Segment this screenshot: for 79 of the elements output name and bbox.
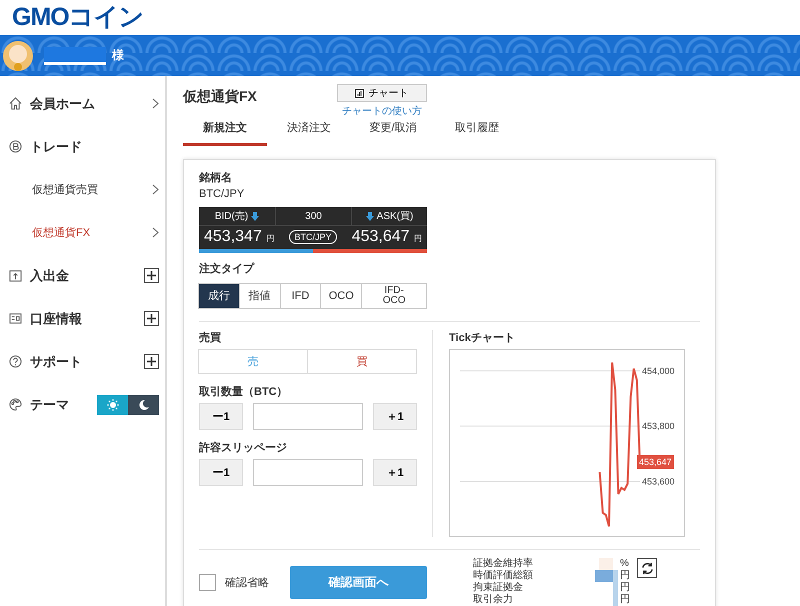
pair-label: BTC/JPY xyxy=(289,230,336,244)
field-label: 許容スリッページ xyxy=(199,440,288,455)
summary-unit: 円 xyxy=(613,582,633,594)
deposit-icon xyxy=(9,269,22,282)
chevron-right-icon xyxy=(152,98,159,109)
number-field[interactable] xyxy=(253,459,363,486)
help-icon xyxy=(9,355,22,368)
tab[interactable]: 決済注文 xyxy=(267,116,351,146)
home-icon xyxy=(9,97,22,110)
sidebar-item[interactable]: サポート xyxy=(0,340,165,383)
checkbox-label: 確認省略 xyxy=(225,576,270,590)
bar-drawing xyxy=(595,570,613,582)
dark-theme-toggle[interactable] xyxy=(128,394,159,414)
id-card-icon xyxy=(9,313,22,324)
sidebar-item[interactable]: トレード xyxy=(0,125,165,168)
axis-tick-label: 454,000 xyxy=(642,366,675,376)
page-title: 仮想通貨FX xyxy=(183,88,257,106)
summary-label: 取引余力 xyxy=(473,594,514,606)
light-theme-toggle[interactable] xyxy=(97,394,128,414)
number-field[interactable] xyxy=(253,403,363,430)
summary-label: 証拠金維持率 xyxy=(473,558,534,570)
redacted-name xyxy=(44,46,106,64)
ask-price: 453,647 円 xyxy=(352,228,422,246)
refresh-icon xyxy=(640,562,654,574)
summary-unit: 円 xyxy=(613,594,633,606)
ask-label: ASK(買) xyxy=(376,210,414,223)
checkbox[interactable] xyxy=(199,574,216,590)
honorific: 様 xyxy=(112,47,124,64)
decrement-button[interactable]: ー1 xyxy=(199,403,243,430)
moon-icon xyxy=(138,398,150,410)
avatar-icon[interactable] xyxy=(2,40,34,72)
tab[interactable]: 取引履歴 xyxy=(435,116,519,146)
order-type-button[interactable]: 成行 xyxy=(198,283,240,309)
sun-icon xyxy=(106,398,118,410)
chart-help-link[interactable]: チャートの使い方 xyxy=(342,104,422,118)
tab[interactable]: 変更/取消 xyxy=(351,116,435,146)
field-label: 銘柄名 xyxy=(199,170,233,185)
coin-icon xyxy=(9,140,22,153)
summary-label: 時価評価総額 xyxy=(473,570,534,582)
decrement-button[interactable]: ー1 xyxy=(199,459,243,486)
down-arrow-icon xyxy=(366,212,374,220)
down-arrow-icon xyxy=(251,212,260,220)
chart-button[interactable]: チャート xyxy=(336,84,427,102)
order-type-button[interactable]: IFD-OCO xyxy=(361,283,427,309)
expand-icon[interactable] xyxy=(144,268,159,283)
bar-chart-icon xyxy=(355,88,364,98)
chevron-right-icon xyxy=(152,227,159,238)
field-label: 取引数量（BTC） xyxy=(199,385,289,399)
last-price-tag: 453,647 xyxy=(637,454,674,468)
bar-drawing xyxy=(599,558,613,570)
sidebar-item[interactable]: 仮想通貨売買 xyxy=(0,168,165,211)
order-type-button[interactable]: IFD xyxy=(280,283,322,309)
sidebar-item[interactable]: 入出金 xyxy=(0,254,165,297)
axis-tick-label: 453,800 xyxy=(642,421,675,432)
chevron-right-icon xyxy=(152,184,159,195)
increment-button[interactable]: ＋1 xyxy=(373,459,417,486)
refresh-button[interactable] xyxy=(637,558,657,578)
palette-icon xyxy=(9,398,22,411)
sidebar-item[interactable]: 口座情報 xyxy=(0,297,165,340)
chart-title: Tickチャート xyxy=(449,331,516,345)
field-label: 注文タイプ xyxy=(199,262,256,276)
bid-price: 453,347 円 xyxy=(204,228,274,246)
sidebar-item[interactable]: テーマ xyxy=(0,383,165,426)
logo[interactable]: GMOコイン xyxy=(12,5,144,30)
expand-icon[interactable] xyxy=(144,354,159,369)
tab[interactable]: 新規注文 xyxy=(183,116,267,146)
axis-tick-label: 453,600 xyxy=(642,476,675,487)
symbol-value: BTC/JPY xyxy=(199,188,246,200)
expand-icon[interactable] xyxy=(144,311,159,326)
field-label: 売買 xyxy=(199,330,222,345)
sidebar-item[interactable]: 会員ホーム xyxy=(0,82,165,125)
side-button[interactable]: 買 xyxy=(307,349,417,374)
order-type-button[interactable]: OCO xyxy=(320,283,362,309)
spread-value: 300 xyxy=(275,207,351,225)
summary-label: 拘束証拠金 xyxy=(473,582,524,594)
bid-label: BID(売) xyxy=(214,210,248,223)
order-type-button[interactable]: 指値 xyxy=(238,283,281,309)
summary-unit: % xyxy=(619,558,630,570)
increment-button[interactable]: ＋1 xyxy=(373,403,417,430)
